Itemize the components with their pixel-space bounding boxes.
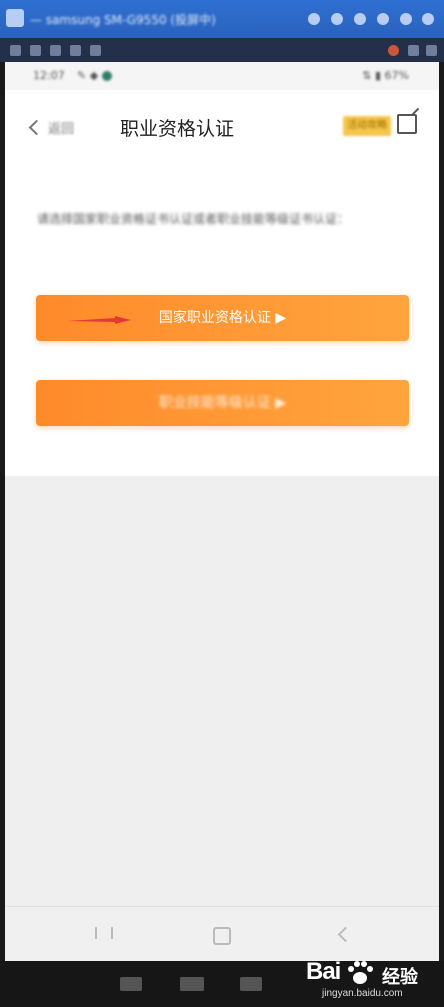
watermark-logo-text: Bai [306,958,341,985]
close-icon[interactable] [422,13,434,25]
maximize-icon[interactable] [400,13,412,25]
app-header: 返回 职业资格认证 活动攻略 [5,90,439,160]
back-icon[interactable] [240,977,262,991]
skill-certification-button[interactable]: 职业技能等级认证 ▶ [36,380,409,426]
national-certification-label: 国家职业资格认证 ▶ [158,310,287,326]
status-time: 12:07 [33,69,65,82]
pin-icon[interactable] [308,13,320,25]
home-icon[interactable] [213,927,231,945]
back-button[interactable]: 返回 [28,116,75,138]
menu-icon[interactable] [120,977,142,991]
settings-icon[interactable] [331,13,343,25]
watermark-url: jingyan.baidu.com [322,988,403,999]
recent-apps-icon[interactable] [95,927,113,939]
tool-icon[interactable] [10,45,21,56]
home-icon[interactable] [180,977,204,991]
phone-nav-bar [5,906,439,961]
watermark-cn-text: 经验 [382,967,418,988]
tool-icon[interactable] [70,45,81,56]
app-icon [6,9,24,27]
activity-tag[interactable]: 活动攻略 [343,116,391,136]
app-notification-icon [101,71,112,81]
tool-icon[interactable] [90,45,101,56]
red-arrow-annotation [67,316,131,324]
back-label: 返回 [48,121,75,137]
baidu-jingyan-watermark: Bai 经验 jingyan.baidu.com [300,958,440,1004]
page-title: 职业资格认证 [120,118,235,140]
paw-icon [348,961,373,984]
record-icon[interactable] [388,45,399,56]
minimize-icon[interactable] [377,13,389,25]
chevron-left-icon [28,119,45,135]
fullscreen-icon[interactable] [354,13,366,25]
instruction-text: 请选择国家职业资格证书认证或者职业技能等级证书认证： [37,212,350,226]
status-left-icons: ✎ ◆ [77,69,112,82]
skill-certification-label: 职业技能等级认证 ▶ [158,395,287,411]
tool-icon[interactable] [30,45,41,56]
host-window-titlebar: — samsung SM-G9550 (投屏中) [0,0,444,38]
status-right-icons: ⇅ ▮ 67% [362,69,409,82]
status-bar: 12:07 ✎ ◆ ⇅ ▮ 67% [5,62,439,90]
main-content: 请选择国家职业资格证书认证或者职业技能等级证书认证： 国家职业资格认证 ▶ 职业… [5,160,439,476]
back-nav-icon[interactable] [337,926,354,943]
empty-area [5,476,439,906]
window-title: — samsung SM-G9550 (投屏中) [30,13,216,27]
share-icon[interactable] [397,114,417,134]
tool-icon[interactable] [408,45,419,56]
tool-icon[interactable] [50,45,61,56]
tool-icon[interactable] [426,45,437,56]
host-toolbar [0,38,444,62]
phone-screen: 12:07 ✎ ◆ ⇅ ▮ 67% 返回 职业资格认证 活动攻略 请选择国家职业… [5,62,439,961]
